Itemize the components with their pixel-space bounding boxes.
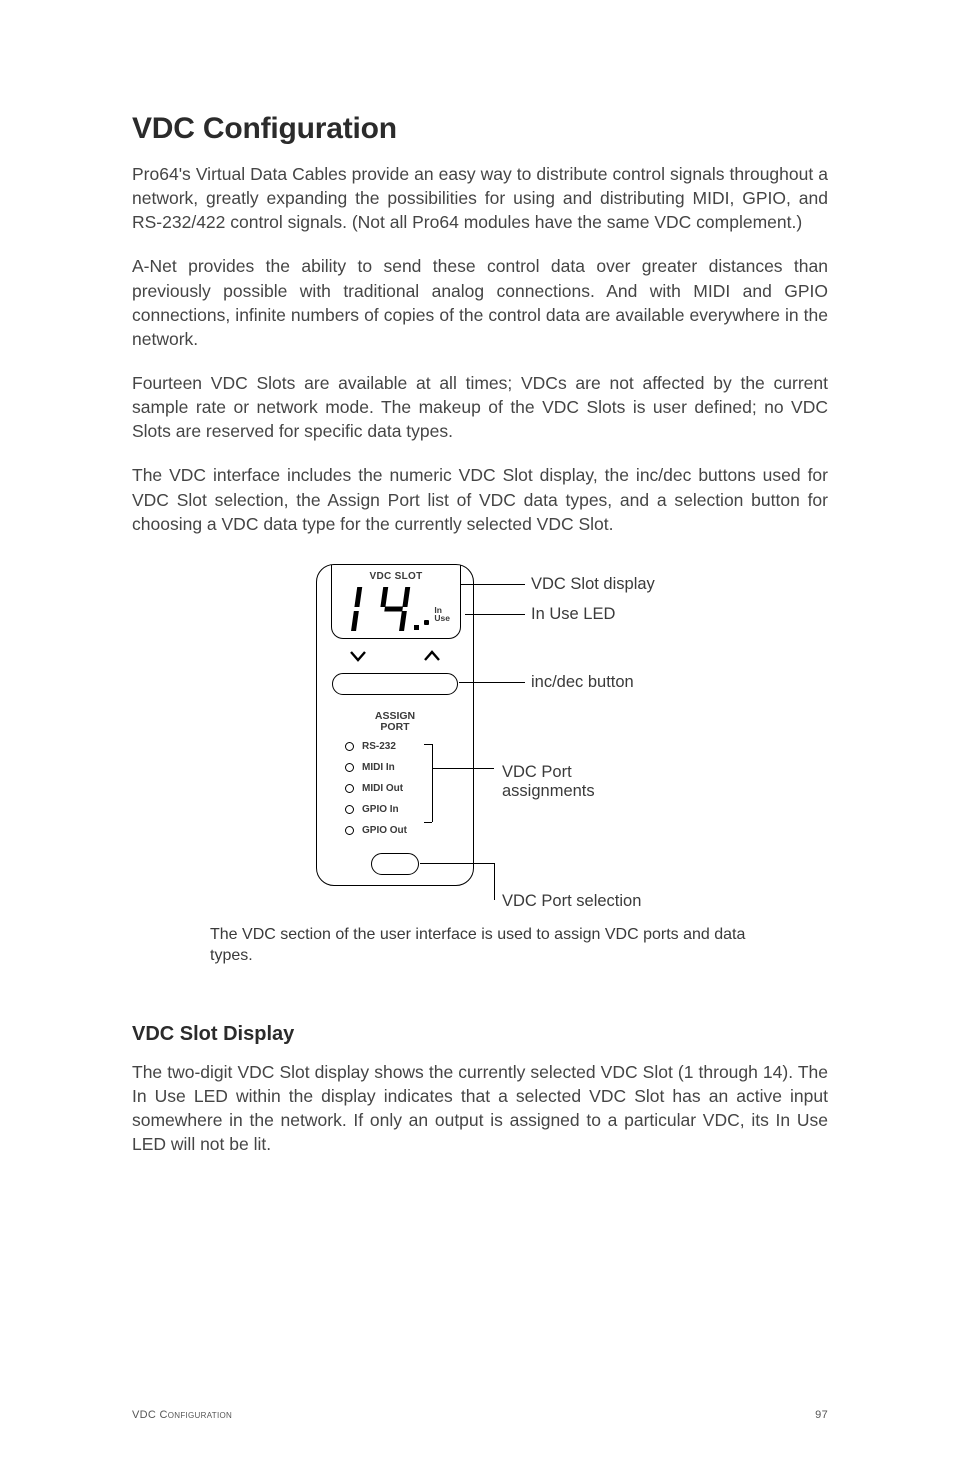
leader-brace-cap: [424, 822, 432, 823]
assign-option: MIDI Out: [345, 783, 403, 794]
slot-label: VDC SLOT: [332, 571, 460, 582]
assign-option: RS-232: [345, 741, 396, 752]
option-label: GPIO Out: [362, 825, 407, 836]
body-paragraph: The VDC interface includes the numeric V…: [132, 463, 828, 535]
callout-port-selection: VDC Port selection: [502, 892, 641, 911]
in-use-label: In Use: [434, 606, 450, 623]
slot-display-box: VDC SLOT: [331, 565, 461, 639]
radio-icon: [345, 763, 354, 772]
callout-vdc-port: VDC Port assignments: [502, 763, 595, 801]
leader-line: [420, 863, 494, 864]
assign-option: MIDI In: [345, 762, 395, 773]
panel-outline: VDC SLOT: [316, 564, 474, 886]
vdc-panel-diagram: VDC SLOT: [270, 564, 690, 914]
footer-section: VDC Configuration: [132, 1409, 232, 1421]
inc-dec-chevrons: [349, 649, 441, 667]
callout-vdc-port-line1: VDC Port: [502, 763, 572, 781]
assign-port-heading: ASSIGN PORT: [317, 711, 473, 733]
page-title: VDC Configuration: [132, 112, 828, 146]
body-paragraph: Fourteen VDC Slots are available at all …: [132, 371, 828, 443]
seven-segment-icon: [342, 583, 422, 633]
leader-line: [459, 682, 525, 683]
leader-line: [465, 614, 525, 615]
in-use-line2: Use: [434, 613, 450, 623]
leader-brace: [432, 744, 433, 822]
diagram-container: VDC SLOT: [132, 564, 828, 914]
assign-option: GPIO In: [345, 804, 399, 815]
body-paragraph: A-Net provides the ability to send these…: [132, 254, 828, 351]
option-label: MIDI In: [362, 762, 395, 773]
leader-brace-cap: [424, 744, 432, 745]
option-label: GPIO In: [362, 804, 399, 815]
footer-page-number: 97: [815, 1409, 828, 1421]
radio-icon: [345, 805, 354, 814]
option-label: MIDI Out: [362, 783, 403, 794]
radio-icon: [345, 742, 354, 751]
callout-inc-dec: inc/dec button: [531, 673, 634, 692]
callout-in-use-led: In Use LED: [531, 605, 615, 624]
assign-line2: PORT: [380, 721, 409, 733]
radio-icon: [345, 826, 354, 835]
page: VDC Configuration Pro64's Virtual Data C…: [0, 0, 954, 1475]
body-paragraph: Pro64's Virtual Data Cables provide an e…: [132, 162, 828, 234]
leader-drop: [494, 863, 495, 900]
port-select-button-icon: [371, 853, 419, 875]
in-use-led-dot-icon: [424, 620, 429, 625]
option-label: RS-232: [362, 741, 396, 752]
page-footer: VDC Configuration 97: [132, 1409, 828, 1421]
radio-icon: [345, 784, 354, 793]
inc-dec-button-icon: [332, 673, 458, 695]
callout-slot-display: VDC Slot display: [531, 575, 655, 594]
leader-line: [432, 768, 494, 769]
body-paragraph: The two-digit VDC Slot display shows the…: [132, 1060, 828, 1157]
chevron-up-icon: [423, 649, 441, 663]
slot-digits: [342, 583, 422, 633]
assign-option: GPIO Out: [345, 825, 407, 836]
leader-line: [461, 584, 525, 585]
chevron-down-icon: [349, 649, 367, 663]
figure-caption: The VDC section of the user interface is…: [210, 924, 750, 967]
section-heading: VDC Slot Display: [132, 1023, 828, 1046]
callout-vdc-port-line2: assignments: [502, 782, 595, 800]
